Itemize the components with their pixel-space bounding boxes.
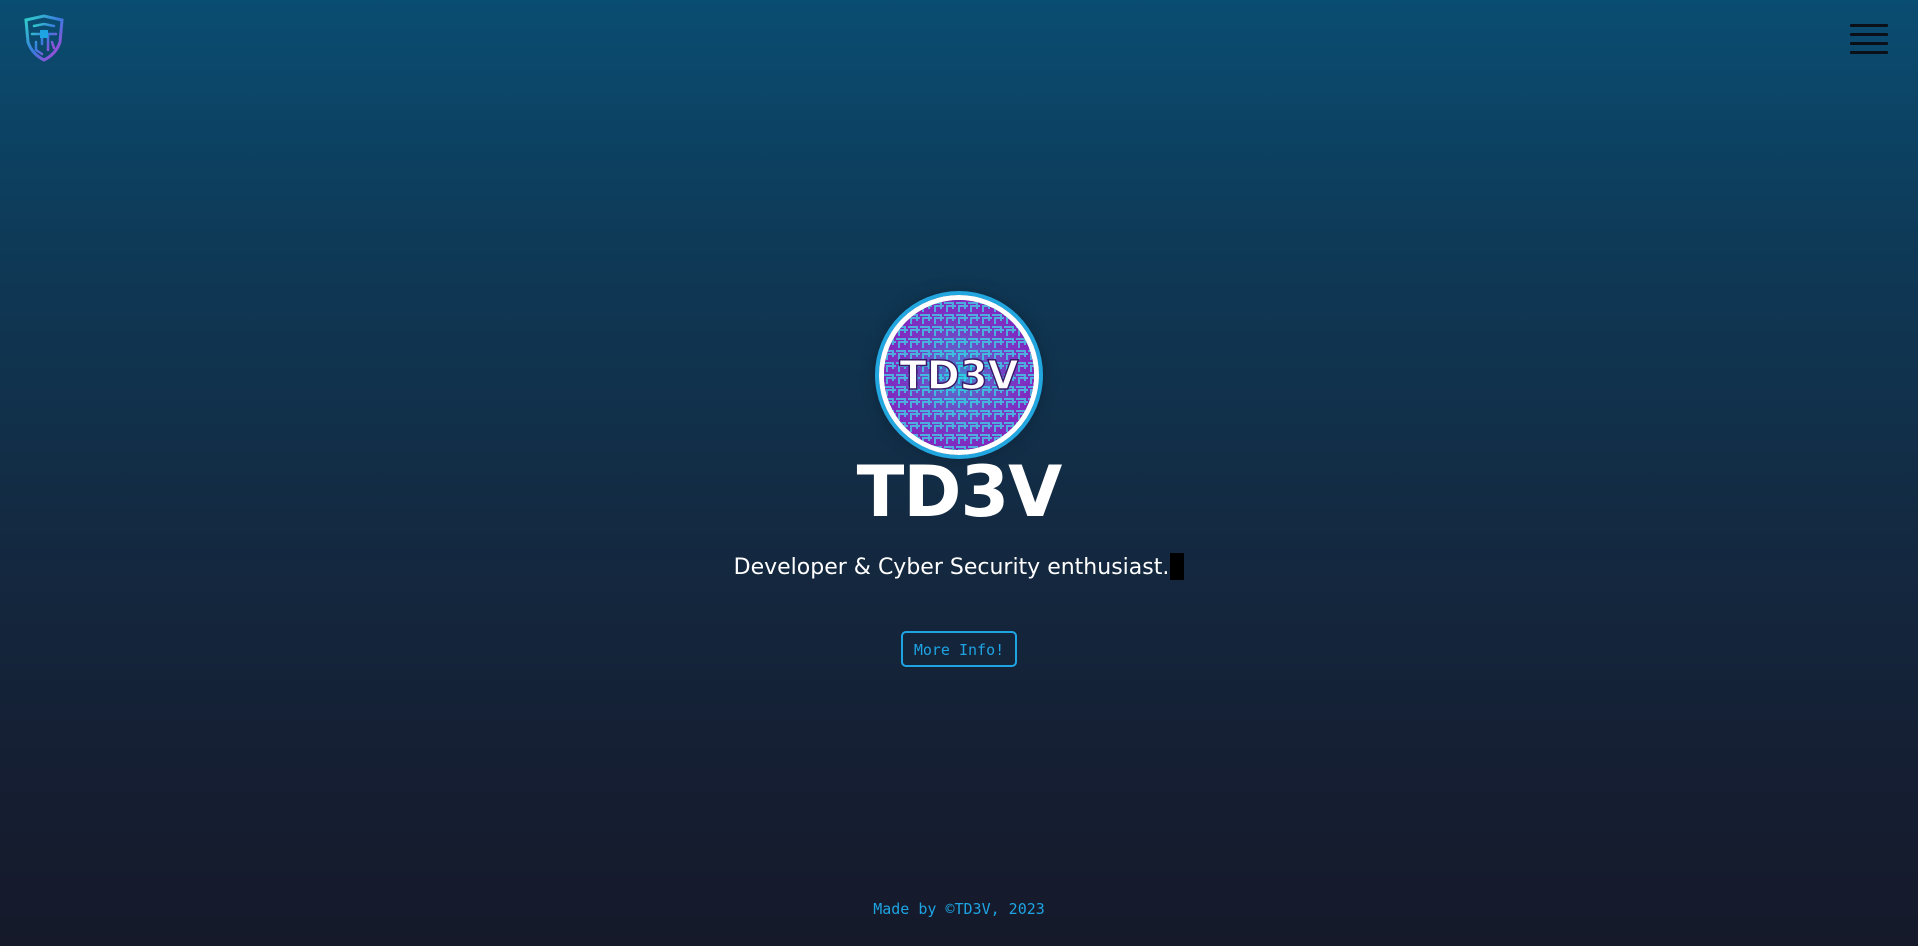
site-title: TD3V	[856, 451, 1063, 533]
typing-cursor	[1170, 553, 1185, 580]
footer-credit: Made by ©TD3V, 2023	[873, 900, 1045, 918]
hero-section: TD3V TD3V Developer & Cyber Security ent…	[0, 0, 1918, 946]
avatar-text: TD3V	[899, 353, 1018, 399]
tagline: Developer & Cyber Security enthusiast.	[733, 555, 1170, 580]
avatar: TD3V	[879, 295, 1039, 455]
more-info-button[interactable]: More Info!	[901, 631, 1017, 667]
tagline-row: Developer & Cyber Security enthusiast.	[0, 551, 1918, 585]
